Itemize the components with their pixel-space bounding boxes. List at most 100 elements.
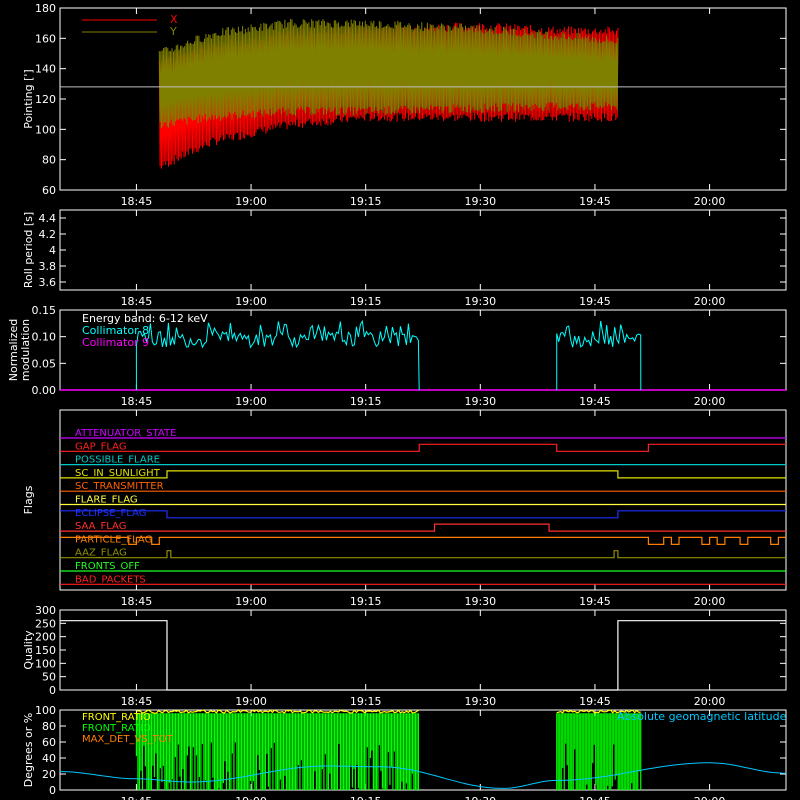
y-tick-label: 20 [42,768,56,781]
panel-2: 18:45 19:00 19:15 19:30 19:45 20:00 3.6 3.8 4 4.2… [22,209,787,308]
y-tick-label: 100 [35,657,56,670]
panel-5: 18:45 19:00 19:15 19:30 19:45 20:000501001502… [22,604,787,708]
x-tick-label: 19:00 [235,395,267,408]
y-tick-label: 100 [35,704,56,717]
flag-label: GAP_FLAG [75,441,127,452]
y-tick-label: 0.05 [32,357,57,370]
x-tick-label: 20:00 [694,195,726,208]
x-tick-label: 20:00 [694,295,726,308]
x-tick-label: 20:00 [694,795,726,800]
x-tick-label: 18:45 [121,795,153,800]
y-axis-label-line: modulation [19,319,32,381]
quality-line [60,620,786,691]
x-tick-label: 18:45 [121,395,153,408]
flag-label: BAD_PACKETS [75,574,146,585]
y-tick-label: 0 [49,784,56,797]
ratio-plot: FRONT_RATIOFRONT_RATIOMAX_DET_VS_TOTAbso… [60,709,787,790]
y-tick-label: 4 [49,244,56,257]
x-tick-label: 19:30 [464,695,496,708]
flag-label: SAA_FLAG [75,521,126,532]
x-tick-label: 19:30 [464,295,496,308]
x-tick-label: 19:00 [235,595,267,608]
x-tick-label: 19:45 [579,195,611,208]
y-axis-label: Flags [22,485,35,514]
y-tick-label: 0.15 [32,304,57,317]
y-tick-label: 300 [35,604,56,617]
y-axis-label: Degrees or % [22,713,35,787]
x-tick-label: 18:45 [121,195,153,208]
x-tick-label: 19:15 [350,395,382,408]
y-tick-label: 50 [42,671,56,684]
y-tick-label: 0.10 [32,331,57,344]
y-tick-label: 200 [35,631,56,644]
flag-label: FLARE_FLAG [75,495,138,506]
y-tick-label: 60 [42,736,56,749]
x-tick-label: 18:45 [121,295,153,308]
flag-line-eclipse_flag [60,510,786,519]
x-tick-label: 19:15 [350,595,382,608]
y-tick-label: 3.8 [39,260,57,273]
right-label: Absolute geomagnetic latitude [617,710,787,723]
y-tick-label: 4.4 [39,212,57,225]
y-tick-label: 3.6 [39,276,57,289]
plot-frame [59,209,787,291]
x-tick-label: 19:30 [464,195,496,208]
y-axis-label: Pointing ['] [22,69,35,128]
flag-line-saa_flag [60,523,786,532]
legend-label: Y [169,25,177,38]
flag-label: AAZ_FLAG [75,548,127,559]
x-tick-label: 19:15 [350,795,382,800]
y-tick-label: 250 [35,617,56,630]
x-tick-label: 19:30 [464,395,496,408]
x-tick-label: 20:00 [694,395,726,408]
x-tick-label: 19:30 [464,595,496,608]
flag-line-sc_in_sunlight [60,470,786,479]
legend-label: MAX_DET_VS_TOT [82,734,174,745]
y-tick-label: 120 [35,93,56,106]
y-tick-label: 150 [35,644,56,657]
y-tick-label: 80 [42,720,56,733]
flag-label: ATTENUATOR_STATE [75,428,176,439]
y-tick-label: 160 [35,32,56,45]
y-axis-label: Quality [22,630,35,670]
x-tick-label: 18:45 [121,595,153,608]
x-tick-label: 19:00 [235,295,267,308]
y-axis-label: Roll period [s] [22,212,35,288]
y-tick-label: 40 [42,752,56,765]
legend-label: FRONT_RATIO [82,723,151,734]
y-tick-label: 0.00 [32,384,57,397]
flag-line-aaz_flag [60,550,786,559]
flag-label: POSSIBLE_FLARE [75,455,160,466]
y-tick-label: 4.2 [39,228,57,241]
x-tick-label: 19:15 [350,695,382,708]
flag-line-particle_flag [60,536,786,545]
x-tick-label: 19:45 [579,595,611,608]
flags-plot: ATTENUATOR_STATE GAP_FLAG POSSIBLE_FLARE SC… [60,428,786,585]
y-tick-label: 100 [35,123,56,136]
x-tick-label: 19:45 [579,295,611,308]
x-tick-label: 19:00 [235,795,267,800]
x-tick-label: 19:45 [579,695,611,708]
x-tick-label: 20:00 [694,695,726,708]
x-tick-label: 19:15 [350,295,382,308]
series-line-collimator-8 [135,319,420,391]
flag-label: SC_TRANSMITTER [75,481,164,492]
y-tick-label: 0 [49,684,56,697]
quality-plot [60,620,786,691]
legend-label: FRONT_RATIO [82,712,151,723]
pointing-plot: XY [60,13,786,169]
flag-label: ECLIPSE_FLAG [75,508,146,519]
flag-label: FRONTS_OFF [75,561,140,572]
y-tick-label: 60 [42,184,56,197]
y-tick-label: 140 [35,63,56,76]
legend-label: Collimator 9 [82,336,149,349]
x-tick-label: 19:30 [464,795,496,800]
flag-line-gap_flag [60,443,786,452]
x-tick-label: 19:00 [235,695,267,708]
multi-panel-figure: 18:45 19:00 19:15 19:30 19:45 20:00 60 80 100 120… [7,2,787,800]
plot-frame [59,609,787,691]
y-tick-label: 180 [35,2,56,15]
x-tick-label: 19:45 [579,795,611,800]
x-tick-label: 19:45 [579,395,611,408]
y-tick-label: 80 [42,154,56,167]
